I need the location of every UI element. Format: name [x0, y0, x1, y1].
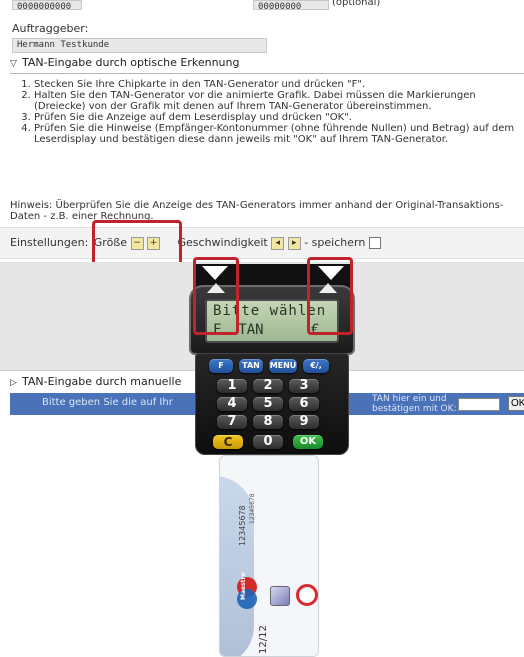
step-2: Halten Sie den TAN-Generator vor die ani… [34, 90, 524, 112]
top-field-right-suffix: (optional) [332, 0, 381, 8]
card-bank-code: 12345678 [249, 493, 256, 524]
key-euro[interactable]: €/, [303, 359, 329, 373]
key-menu[interactable]: MENU [269, 359, 297, 373]
key-2[interactable]: 2 [253, 379, 283, 393]
top-field-right-value: 00000000 [258, 2, 302, 10]
key-6[interactable]: 6 [289, 397, 319, 411]
settings-label: Einstellungen: [10, 236, 89, 249]
tan-input[interactable] [458, 398, 500, 411]
key-c[interactable]: C [213, 435, 243, 449]
optical-section-header[interactable]: ▽ TAN-Eingabe durch optische Erkennung [10, 56, 524, 74]
card-chip-icon [270, 586, 290, 606]
manual-prompt-right-2: bestätigen mit OK: [372, 404, 457, 414]
top-field-left: 0000000000 [12, 0, 82, 10]
marker-highlight-left [193, 257, 239, 335]
manual-section-title: TAN-Eingabe durch manuelle [22, 375, 182, 388]
card-expiry: 12/12 [258, 625, 269, 654]
settings-row: Einstellungen: Größe − + Geschwindigkeit… [10, 236, 381, 250]
key-3[interactable]: 3 [289, 379, 319, 393]
speed-label: Geschwindigkeit [177, 236, 268, 249]
save-label: - speichern [304, 236, 366, 249]
key-8[interactable]: 8 [253, 415, 283, 429]
card-bank-logo [296, 584, 318, 606]
optical-steps: Stecken Sie Ihre Chipkarte in den TAN-Ge… [10, 79, 524, 145]
key-4[interactable]: 4 [217, 397, 247, 411]
key-5[interactable]: 5 [253, 397, 283, 411]
key-0[interactable]: 0 [253, 435, 283, 449]
tan-ok-button[interactable]: OK [508, 396, 524, 411]
key-f[interactable]: F [209, 359, 233, 373]
chip-card: 12345678 12345678 12/12 Maestro [219, 455, 319, 657]
speed-faster-button[interactable]: ▸ [287, 236, 301, 250]
step-4: Prüfen Sie die Hinweise (Empfänger-Konto… [34, 123, 524, 145]
save-checkbox[interactable] [368, 237, 381, 249]
client-label: Auftraggeber: [12, 22, 89, 35]
top-field-right: 00000000 [253, 0, 329, 10]
manual-prompt-right-1: TAN hier ein und [372, 394, 447, 404]
key-ok[interactable]: OK [293, 435, 323, 449]
step-1: Stecken Sie Ihre Chipkarte in den TAN-Ge… [34, 79, 524, 90]
top-field-left-value: 0000000000 [17, 2, 72, 10]
optical-section-title: TAN-Eingabe durch optische Erkennung [22, 56, 240, 69]
speed-slower-button[interactable]: ◂ [271, 236, 285, 250]
size-controls-highlight [92, 220, 182, 267]
manual-prompt-left: Bitte geben Sie die auf Ihr [42, 397, 173, 408]
maestro-logo: Maestro [230, 572, 264, 610]
card-account-number: 12345678 [238, 505, 247, 546]
key-9[interactable]: 9 [289, 415, 319, 429]
key-7[interactable]: 7 [217, 415, 247, 429]
client-field-value: Hermann Testkunde [17, 40, 110, 50]
maestro-logo-text: Maestro [240, 572, 247, 600]
step-3: Prüfen Sie die Anzeige auf dem Leserdisp… [34, 112, 524, 123]
client-field: Hermann Testkunde [12, 38, 267, 53]
collapse-triangle-icon: ▽ [10, 59, 17, 69]
expand-triangle-icon: ▷ [10, 378, 17, 388]
key-1[interactable]: 1 [217, 379, 247, 393]
marker-highlight-right [307, 257, 353, 335]
hint-text: Hinweis: Überprüfen Sie die Anzeige des … [10, 200, 504, 222]
key-tan[interactable]: TAN [239, 359, 263, 373]
